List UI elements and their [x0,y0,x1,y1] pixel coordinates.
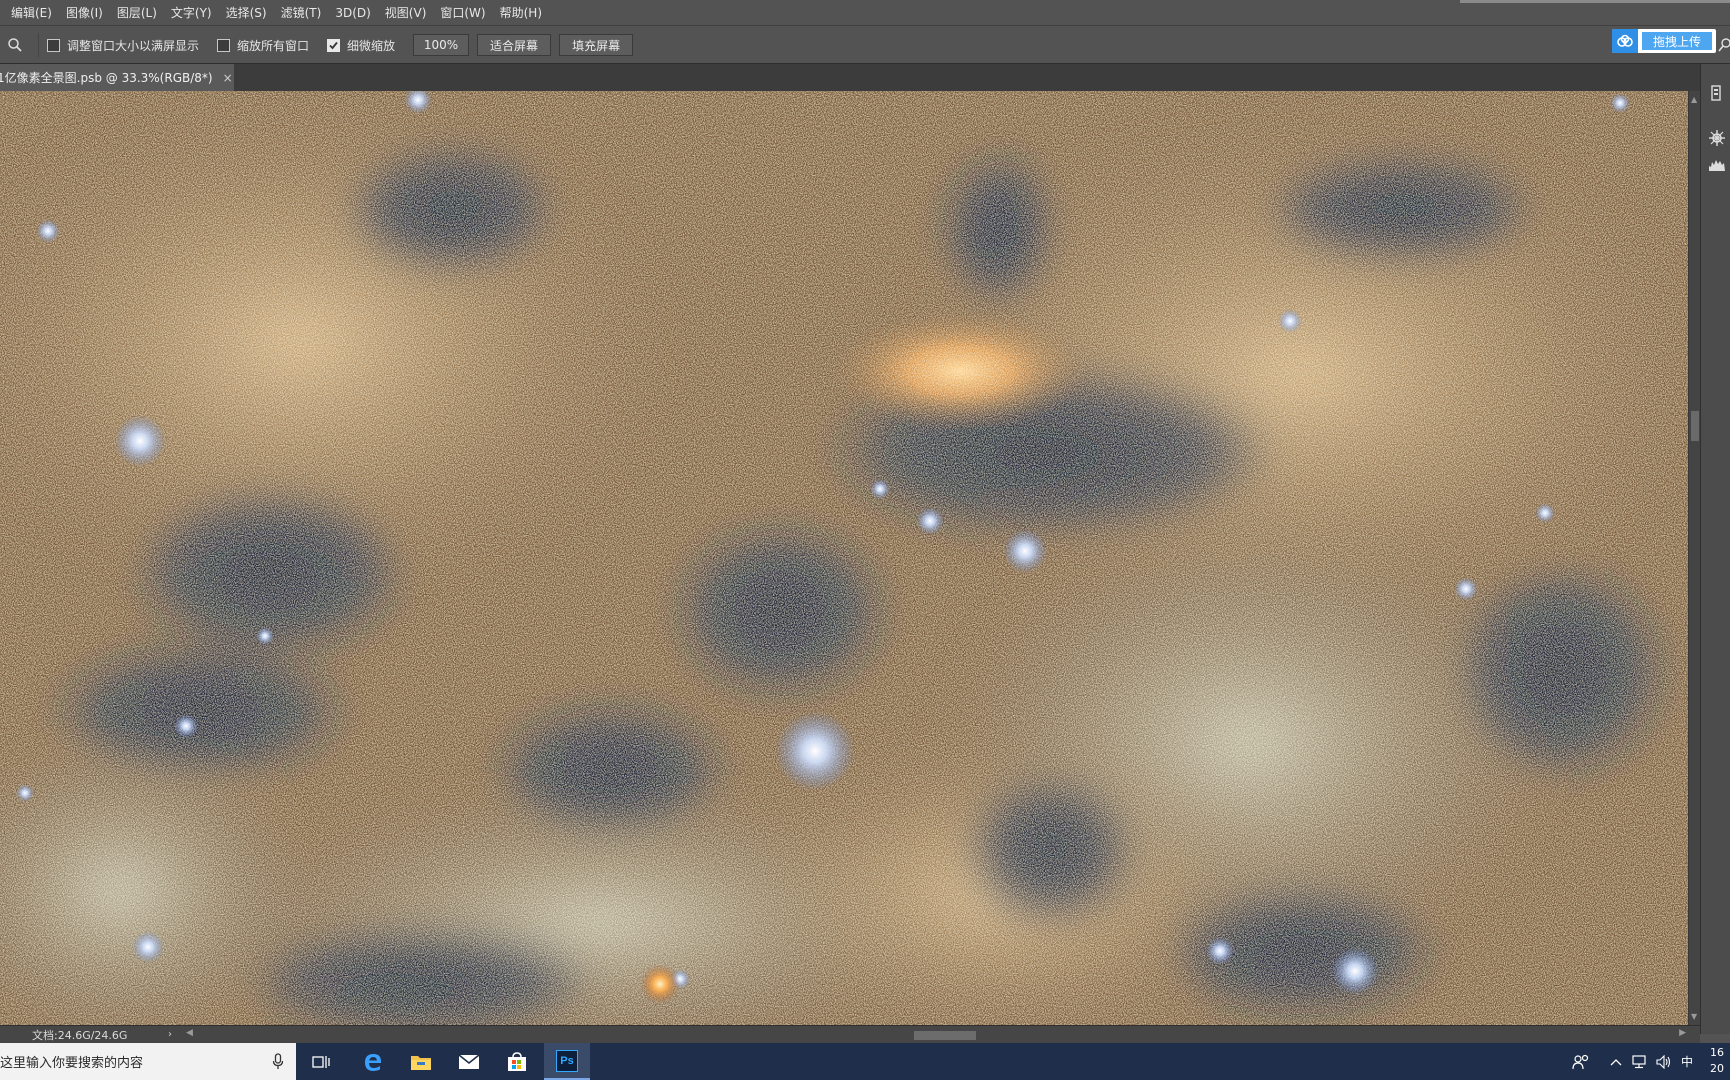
zoom-icon[interactable] [2,32,28,58]
status-bar: 文档:24.6G/24.6G › ◀ ▶ [0,1025,1700,1043]
microphone-icon[interactable] [272,1053,284,1073]
zoom-all-option[interactable]: 缩放所有窗口 [217,37,309,54]
menu-filter[interactable]: 滤镜(T) [274,0,329,26]
zoom-all-label: 缩放所有窗口 [237,38,310,53]
vertical-scrollbar[interactable]: ▲ ▼ [1688,91,1700,1025]
document-tab[interactable]: 1亿像素全景图.psb @ 33.3%(RGB/8*) × [0,64,234,91]
resize-windows-checkbox[interactable] [47,38,60,52]
resize-windows-label: 调整窗口大小以满屏显示 [67,38,200,53]
menu-bar: 编辑(E) 图像(I) 图层(L) 文字(Y) 选择(S) 滤镜(T) 3D(D… [0,0,1730,26]
cloud-icon [1612,29,1638,53]
drag-upload-widget[interactable]: 拖拽上传 [1612,29,1716,53]
taskbar-search-box[interactable]: 在这里输入你要搜索的内容 [0,1043,296,1080]
resize-windows-option[interactable]: 调整窗口大小以满屏显示 [47,37,199,54]
task-view-icon[interactable] [298,1043,344,1080]
drag-upload-label: 拖拽上传 [1642,32,1712,50]
horizontal-scrollbar[interactable]: ◀ ▶ [184,1028,1688,1042]
horizontal-scroll-thumb[interactable] [914,1030,976,1040]
document-canvas[interactable] [0,91,1688,1025]
scroll-left-icon[interactable]: ◀ [186,1028,193,1038]
photoshop-icon-label: Ps [560,1054,574,1067]
scrubby-zoom-checkbox[interactable] [327,38,341,52]
status-menu-arrow[interactable]: › [168,1029,184,1040]
menu-layer[interactable]: 图层(L) [110,0,164,26]
fit-screen-button[interactable]: 适合屏幕 [477,34,552,56]
people-icon[interactable] [1572,1043,1590,1080]
menu-view[interactable]: 视图(V) [378,0,434,26]
scrubby-zoom-option[interactable]: 细微缩放 [327,37,395,54]
scrubby-zoom-label: 细微缩放 [347,38,396,53]
clock-time: 16 [1710,1046,1724,1059]
menu-window[interactable]: 窗口(W) [433,0,492,26]
menu-type[interactable]: 文字(Y) [164,0,219,26]
search-icon[interactable] [1718,38,1730,55]
history-panel-icon[interactable] [1708,84,1726,102]
search-placeholder: 在这里输入你要搜索的内容 [0,1056,144,1071]
vertical-scroll-thumb[interactable] [1691,411,1699,441]
clock-date: 20 [1710,1062,1724,1075]
options-bar: 调整窗口大小以满屏显示 缩放所有窗口 细微缩放 100% 适合屏幕 填充屏幕 拖… [0,27,1730,64]
close-icon[interactable]: × [223,71,233,85]
taskbar-clock[interactable]: 16 20 [1710,1045,1724,1077]
file-explorer-icon[interactable] [398,1043,444,1080]
zoom-100-button[interactable]: 100% [413,34,470,56]
chevron-up-icon[interactable] [1610,1043,1622,1080]
fill-screen-button[interactable]: 填充屏幕 [559,34,634,56]
title-strip [1460,0,1730,3]
separator [38,33,39,57]
menu-help[interactable]: 帮助(H) [493,0,549,26]
photoshop-icon[interactable]: Ps [544,1043,590,1080]
store-icon[interactable] [494,1043,540,1080]
volume-icon[interactable] [1656,1043,1672,1080]
checkmark-icon [329,41,338,49]
zoom-all-checkbox[interactable] [217,38,231,52]
network-icon[interactable] [1632,1043,1650,1080]
ime-indicator[interactable]: 中 [1681,1043,1693,1080]
windows-taskbar: 在这里输入你要搜索的内容 Ps 中 16 20 [0,1043,1730,1080]
document-tab-bar: 1亿像素全景图.psb @ 33.3%(RGB/8*) × [0,64,1700,91]
scroll-up-icon[interactable]: ▲ [1691,95,1697,104]
document-size: 文档:24.6G/24.6G [32,1028,128,1042]
menu-image[interactable]: 图像(I) [59,0,110,26]
milky-way-image [0,91,1688,1025]
menu-3d[interactable]: 3D(D) [328,0,377,26]
document-tab-title: 1亿像素全景图.psb @ 33.3%(RGB/8*) [0,71,213,85]
edge-icon[interactable] [350,1043,396,1080]
histogram-panel-icon[interactable] [1708,158,1726,176]
scroll-right-icon[interactable]: ▶ [1679,1028,1686,1038]
mail-icon[interactable] [446,1043,492,1080]
menu-select[interactable]: 选择(S) [219,0,274,26]
scroll-down-icon[interactable]: ▼ [1691,1012,1697,1021]
panel-dock [1700,64,1730,1034]
properties-panel-icon[interactable] [1708,129,1726,147]
menu-edit[interactable]: 编辑(E) [4,0,59,26]
